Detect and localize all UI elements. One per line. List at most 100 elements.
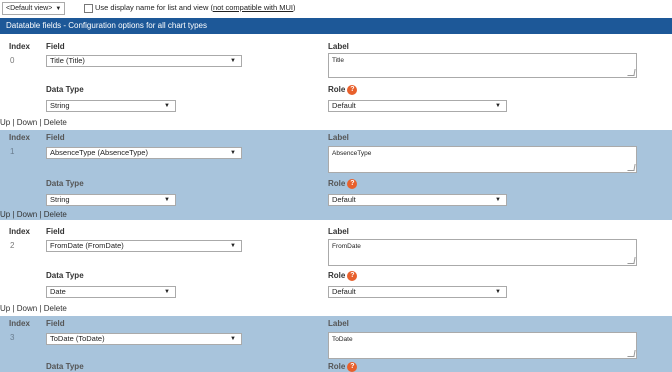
field-label: Field (46, 133, 65, 142)
label-textarea[interactable]: FromDate (328, 239, 637, 266)
label-label: Label (328, 319, 349, 328)
delete-link[interactable]: Delete (44, 210, 67, 219)
chevron-down-icon: ▼ (230, 150, 236, 156)
index-label: Index (9, 227, 30, 236)
data-type-label: Data Type (46, 85, 84, 94)
chevron-down-icon: ▼ (164, 197, 170, 203)
chevron-down-icon: ▼ (230, 243, 236, 249)
resize-grip-icon[interactable] (627, 69, 636, 76)
up-link[interactable]: Up (0, 118, 10, 127)
role-label-text: Role (328, 362, 346, 372)
chevron-down-icon: ▼ (495, 289, 501, 295)
data-type-label: Data Type (46, 271, 84, 280)
top-toolbar: <Default view> ▼ Use display name for lis… (0, 0, 672, 18)
up-link[interactable]: Up (0, 304, 10, 313)
label-label: Label (328, 42, 349, 51)
display-name-checkbox-label: Use display name for list and view (not … (95, 3, 296, 12)
field-select-value: FromDate (FromDate) (50, 241, 124, 250)
role-select[interactable]: Default ▼ (328, 194, 507, 206)
label-textarea[interactable]: Title (328, 53, 637, 78)
resize-grip-icon[interactable] (627, 350, 636, 357)
field-label: Field (46, 227, 65, 236)
chevron-down-icon: ▼ (230, 58, 236, 64)
label-textarea-value: Title (332, 57, 345, 64)
role-label-text: Role (328, 271, 346, 281)
data-type-value: String (50, 101, 70, 110)
label-label: Label (328, 227, 349, 236)
help-icon[interactable]: ? (347, 179, 358, 189)
label-label: Label (328, 133, 349, 142)
label-textarea[interactable]: AbsenceType (328, 146, 637, 173)
field-select[interactable]: FromDate (FromDate) ▼ (46, 240, 242, 252)
role-label: Role? (328, 362, 358, 372)
role-select[interactable]: Default ▼ (328, 286, 507, 298)
section-title: Datatable fields - Configuration options… (6, 21, 207, 30)
field-label: Field (46, 42, 65, 51)
row-actions-0: Up | Down | Delete (0, 118, 67, 127)
up-link[interactable]: Up (0, 210, 10, 219)
help-icon[interactable]: ? (347, 85, 358, 95)
display-name-checkbox[interactable] (84, 4, 93, 13)
data-type-select[interactable]: String ▼ (46, 194, 176, 206)
label-textarea[interactable]: ToDate (328, 332, 637, 359)
role-label-text: Role (328, 85, 346, 95)
role-select-value: Default (332, 195, 356, 204)
row-actions-1: Up | Down | Delete (0, 210, 67, 219)
data-type-select[interactable]: Date ▼ (46, 286, 176, 298)
checkbox-label-text: Use display name for list and view ( (95, 3, 213, 12)
data-type-label: Data Type (46, 362, 84, 371)
role-label: Role? (328, 85, 358, 95)
index-label: Index (9, 42, 30, 51)
chevron-down-icon: ▼ (55, 6, 62, 12)
resize-grip-icon[interactable] (627, 164, 636, 171)
view-select-value: <Default view> (6, 5, 53, 12)
label-textarea-value: FromDate (332, 243, 361, 250)
row-index: 3 (10, 333, 15, 342)
field-select[interactable]: ToDate (ToDate) ▼ (46, 333, 242, 345)
row-index: 0 (10, 56, 15, 65)
help-icon[interactable]: ? (347, 271, 358, 281)
chevron-down-icon: ▼ (495, 103, 501, 109)
chevron-down-icon: ▼ (230, 336, 236, 342)
role-select-value: Default (332, 101, 356, 110)
role-label: Role? (328, 179, 358, 189)
field-select[interactable]: Title (Title) ▼ (46, 55, 242, 67)
section-header: Datatable fields - Configuration options… (0, 18, 672, 34)
field-select-value: Title (Title) (50, 56, 85, 65)
label-textarea-value: ToDate (332, 336, 353, 343)
row-actions-2: Up | Down | Delete (0, 304, 67, 313)
help-icon[interactable]: ? (347, 362, 358, 372)
data-type-select[interactable]: String ▼ (46, 100, 176, 112)
down-link[interactable]: Down (17, 304, 37, 313)
role-label-text: Role (328, 179, 346, 189)
index-label: Index (9, 319, 30, 328)
field-row-1: Index Field Label 1 AbsenceType (Absence… (0, 130, 672, 220)
field-label: Field (46, 319, 65, 328)
chevron-down-icon: ▼ (164, 103, 170, 109)
checkbox-label-close: ) (293, 3, 296, 12)
field-row-0: Index Field Label 0 Title (Title) ▼ Title… (0, 34, 672, 116)
data-type-value: String (50, 195, 70, 204)
field-row-3: Index Field Label 3 ToDate (ToDate) ▼ ToD… (0, 316, 672, 372)
role-select[interactable]: Default ▼ (328, 100, 507, 112)
delete-link[interactable]: Delete (44, 118, 67, 127)
view-select[interactable]: <Default view> ▼ (2, 2, 66, 15)
resize-grip-icon[interactable] (627, 257, 636, 264)
down-link[interactable]: Down (17, 210, 37, 219)
chevron-down-icon: ▼ (495, 197, 501, 203)
role-select-value: Default (332, 287, 356, 296)
data-type-label: Data Type (46, 179, 84, 188)
row-index: 2 (10, 241, 15, 250)
chevron-down-icon: ▼ (164, 289, 170, 295)
delete-link[interactable]: Delete (44, 304, 67, 313)
field-row-2: Index Field Label 2 FromDate (FromDate) ▼… (0, 220, 672, 302)
mui-compat-note: not compatible with MUI (212, 3, 294, 12)
field-select-value: ToDate (ToDate) (50, 334, 105, 343)
role-label: Role? (328, 271, 358, 281)
label-textarea-value: AbsenceType (332, 150, 372, 157)
index-label: Index (9, 133, 30, 142)
field-select[interactable]: AbsenceType (AbsenceType) ▼ (46, 147, 242, 159)
data-type-value: Date (50, 287, 66, 296)
field-select-value: AbsenceType (AbsenceType) (50, 148, 148, 157)
down-link[interactable]: Down (17, 118, 37, 127)
